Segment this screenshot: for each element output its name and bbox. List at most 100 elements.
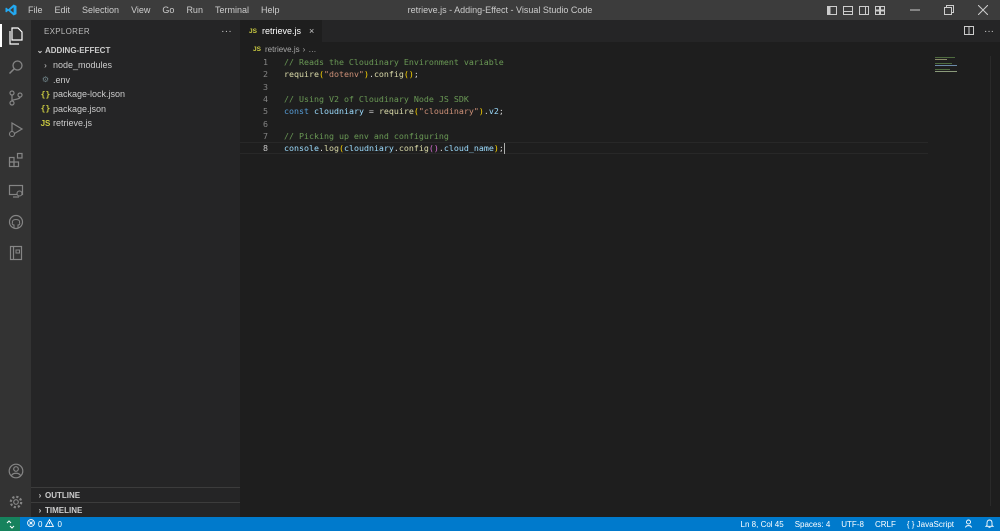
tab-label: retrieve.js bbox=[261, 26, 301, 36]
breadcrumb: JS retrieve.js › … bbox=[240, 42, 1000, 56]
code-line: 3 bbox=[240, 81, 940, 93]
tab-retrieve-js[interactable]: JS retrieve.js × bbox=[240, 20, 323, 42]
tree-item-package-lock-json[interactable]: {} package-lock.json bbox=[31, 87, 240, 102]
remote-indicator-icon[interactable] bbox=[0, 517, 20, 531]
run-debug-icon[interactable] bbox=[0, 113, 31, 144]
toggle-panel-icon[interactable] bbox=[840, 0, 856, 20]
warning-icon bbox=[45, 518, 55, 529]
error-icon bbox=[27, 519, 35, 529]
json-icon: {} bbox=[40, 104, 51, 114]
code-text: const cloudniary = require("cloudinary")… bbox=[284, 106, 504, 117]
menu-edit[interactable]: Edit bbox=[49, 0, 77, 20]
remote-explorer-icon[interactable] bbox=[0, 175, 31, 206]
search-icon[interactable] bbox=[0, 51, 31, 82]
code-text: // Using V2 of Cloudinary Node JS SDK bbox=[284, 94, 469, 105]
split-editor-icon[interactable] bbox=[964, 25, 974, 37]
minimize-icon[interactable] bbox=[898, 0, 932, 20]
menu-terminal[interactable]: Terminal bbox=[209, 0, 255, 20]
breadcrumb-file[interactable]: retrieve.js bbox=[265, 45, 300, 54]
restore-icon[interactable] bbox=[932, 0, 966, 20]
menu-go[interactable]: Go bbox=[156, 0, 180, 20]
text-cursor bbox=[503, 142, 505, 154]
timeline-section-header[interactable]: › TIMELINE bbox=[31, 502, 240, 517]
explorer-more-actions-button[interactable]: ··· bbox=[221, 26, 232, 37]
menu-run[interactable]: Run bbox=[180, 0, 209, 20]
explorer-sidebar: EXPLORER ··· ⌄ ADDING-EFFECT › node_modu… bbox=[31, 20, 240, 517]
tree-item-retrieve-js[interactable]: JS retrieve.js bbox=[31, 116, 240, 131]
line-number: 8 bbox=[263, 143, 268, 154]
vscode-logo-icon bbox=[0, 0, 22, 20]
code-line-current: 8 console.log(cloudniary.config().cloud_… bbox=[240, 142, 928, 155]
line-number: 6 bbox=[263, 118, 268, 129]
code-editor[interactable]: 1 // Reads the Cloudinary Environment va… bbox=[240, 56, 940, 155]
outline-section-header[interactable]: › OUTLINE bbox=[31, 487, 240, 502]
editor-scrollbar[interactable] bbox=[990, 56, 1000, 506]
accounts-icon[interactable] bbox=[0, 455, 31, 486]
tree-item-label: package-lock.json bbox=[53, 89, 126, 100]
breadcrumb-more[interactable]: … bbox=[308, 45, 316, 54]
chevron-down-icon: ⌄ bbox=[36, 45, 44, 55]
error-count: 0 bbox=[38, 519, 43, 529]
line-number: 1 bbox=[263, 57, 268, 68]
github-icon[interactable] bbox=[0, 206, 31, 237]
encoding[interactable]: UTF-8 bbox=[841, 520, 864, 529]
customize-layout-icon[interactable] bbox=[872, 0, 888, 20]
tree-item-node-modules[interactable]: › node_modules bbox=[31, 58, 240, 73]
tab-close-icon[interactable]: × bbox=[309, 26, 314, 36]
line-ending[interactable]: CRLF bbox=[875, 520, 896, 529]
code-text: // Picking up env and configuring bbox=[284, 130, 449, 141]
chevron-right-icon: › bbox=[44, 60, 47, 70]
cursor-position[interactable]: Ln 8, Col 45 bbox=[741, 520, 784, 529]
source-control-icon[interactable] bbox=[0, 82, 31, 113]
notifications-bell-icon[interactable] bbox=[984, 519, 995, 530]
code-line: 7 // Picking up env and configuring bbox=[240, 130, 940, 142]
tree-item-package-json[interactable]: {} package.json bbox=[31, 102, 240, 117]
tree-item-label: retrieve.js bbox=[53, 118, 93, 129]
line-number: 5 bbox=[263, 106, 268, 117]
notebook-icon[interactable] bbox=[0, 237, 31, 268]
close-icon[interactable] bbox=[966, 0, 1000, 20]
tree-item-label: .env bbox=[53, 74, 71, 85]
timeline-label: TIMELINE bbox=[45, 505, 83, 515]
folder-name: ADDING-EFFECT bbox=[45, 45, 111, 55]
menu-bar: File Edit Selection View Go Run Terminal… bbox=[22, 0, 285, 20]
minimap[interactable] bbox=[934, 56, 960, 76]
problems-indicator[interactable]: 0 0 bbox=[20, 518, 62, 529]
title-bar: File Edit Selection View Go Run Terminal… bbox=[0, 0, 1000, 20]
menu-view[interactable]: View bbox=[125, 0, 156, 20]
feedback-icon[interactable] bbox=[965, 519, 974, 530]
tree-item-label: node_modules bbox=[53, 60, 113, 71]
json-icon: {} bbox=[40, 89, 51, 99]
code-line: 5 const cloudniary = require("cloudinary… bbox=[240, 105, 940, 117]
js-icon: JS bbox=[249, 27, 257, 35]
code-line: 4 // Using V2 of Cloudinary Node JS SDK bbox=[240, 93, 940, 105]
outline-label: OUTLINE bbox=[45, 490, 81, 500]
warning-count: 0 bbox=[57, 519, 62, 529]
explorer-title: EXPLORER bbox=[44, 26, 90, 36]
chevron-right-icon: › bbox=[38, 490, 42, 500]
menu-selection[interactable]: Selection bbox=[76, 0, 125, 20]
editor-area: JS retrieve.js × ··· JS retrieve.js › … … bbox=[240, 20, 1000, 517]
explorer-icon[interactable] bbox=[0, 20, 31, 51]
code-text: // Reads the Cloudinary Environment vari… bbox=[284, 57, 504, 68]
line-number: 3 bbox=[263, 81, 268, 92]
line-number: 4 bbox=[263, 94, 268, 105]
line-number: 2 bbox=[263, 69, 268, 80]
js-icon: JS bbox=[253, 45, 261, 53]
editor-more-actions-button[interactable]: ··· bbox=[984, 26, 994, 37]
toggle-sidebar-icon[interactable] bbox=[824, 0, 840, 20]
indentation[interactable]: Spaces: 4 bbox=[795, 520, 831, 529]
menu-help[interactable]: Help bbox=[255, 0, 286, 20]
settings-gear-icon[interactable] bbox=[0, 486, 31, 517]
tree-item-label: package.json bbox=[53, 103, 107, 114]
code-text: require("dotenv").config(); bbox=[284, 69, 419, 80]
status-bar: 0 0 Ln 8, Col 45 Spaces: 4 UTF-8 CRLF { … bbox=[0, 517, 1000, 531]
extensions-icon[interactable] bbox=[0, 144, 31, 175]
menu-file[interactable]: File bbox=[22, 0, 49, 20]
toggle-secondary-sidebar-icon[interactable] bbox=[856, 0, 872, 20]
folder-section-header[interactable]: ⌄ ADDING-EFFECT bbox=[31, 42, 240, 58]
language-label: JavaScript bbox=[916, 519, 954, 529]
tree-item-env[interactable]: ⚙ .env bbox=[31, 73, 240, 88]
code-line: 1 // Reads the Cloudinary Environment va… bbox=[240, 56, 940, 68]
language-mode[interactable]: { } JavaScript bbox=[907, 520, 954, 529]
